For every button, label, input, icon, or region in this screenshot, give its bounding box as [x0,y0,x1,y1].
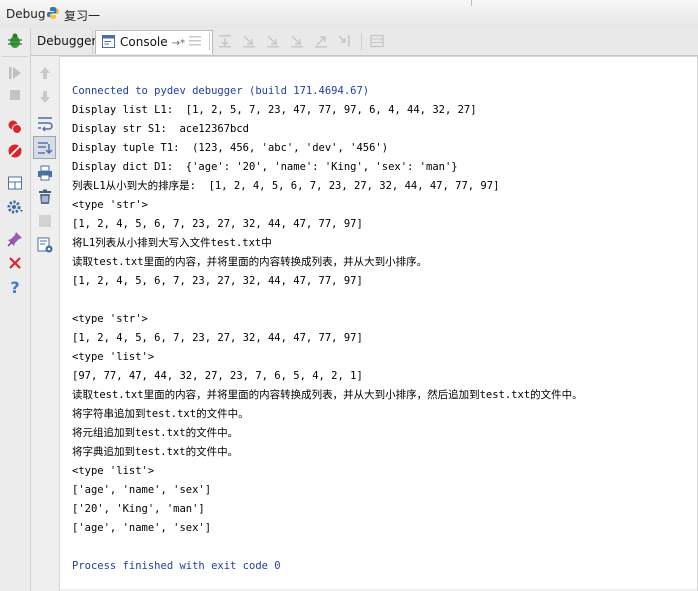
console-icon [102,35,115,48]
console-system-line: Connected to pydev debugger (build 171.4… [72,85,370,97]
console-system-line: Process finished with exit code 0 [72,560,281,572]
show-execution-point-icon[interactable] [187,33,203,49]
help-icon[interactable]: ? [6,278,24,296]
svg-text:?: ? [10,278,19,296]
evaluate-icon[interactable] [369,33,385,49]
resume-icon[interactable] [6,64,24,82]
tab-debugger-label: Debugger [37,34,97,48]
title-bar: Debug 复习一 [0,0,698,29]
console-settings-icon[interactable] [36,236,54,254]
up-arrow-icon[interactable] [36,64,54,82]
console-side-toolbar [31,56,60,591]
trash-icon[interactable] [36,188,54,206]
console-line: 将字典追加到test.txt的文件中。 [72,446,239,458]
python-icon [47,7,59,19]
stop-icon[interactable] [6,86,24,104]
bug-icon[interactable] [6,32,24,50]
console-line: [1, 2, 4, 5, 6, 7, 23, 27, 32, 44, 47, 7… [72,275,363,287]
console-line: ['age', 'name', 'sex'] [72,522,212,534]
close-icon[interactable] [6,254,24,272]
tab-debugger[interactable]: Debugger [31,30,97,54]
console-line: 列表L1从小到大的排序是: [1, 2, 4, 5, 6, 7, 23, 27,… [72,180,500,192]
scroll-to-end-button[interactable] [33,136,56,159]
console-line: 读取test.txt里面的内容，并将里面的内容转换成列表，并从大到小排序。 [72,256,428,268]
step-into-icon[interactable] [241,33,257,49]
console-line: [1, 2, 4, 5, 6, 7, 23, 27, 32, 44, 47, 7… [72,332,363,344]
left-divider [2,56,28,57]
step-out-icon[interactable] [313,33,329,49]
toolbar-divider [361,33,362,50]
console-line: <type 'str'> [72,199,148,211]
down-arrow-icon[interactable] [36,88,54,106]
step-into-my-code-icon[interactable] [265,33,281,49]
console-line: Display list L1: [1, 2, 5, 7, 23, 47, 77… [72,104,477,116]
pin-icon[interactable] [6,230,24,248]
title-divider [471,0,472,6]
run-to-cursor-icon[interactable] [337,33,353,49]
console-line: <type 'str'> [72,313,148,325]
debug-title-label: Debug [6,7,46,21]
scroll-to-end-icon [38,142,53,154]
debug-tab-bar: Debugger Console →* [31,28,698,56]
mute-breakpoints-icon[interactable] [6,142,24,160]
console-line: <type 'list'> [72,465,155,477]
print-icon[interactable] [36,164,54,182]
soft-wrap-icon[interactable] [36,114,54,132]
console-line: <type 'list'> [72,351,155,363]
console-line: Display str S1: ace12367bcd [72,123,250,135]
console-line: 将元组追加到test.txt的文件中。 [72,427,239,439]
force-step-into-icon[interactable] [289,33,305,49]
step-over-icon[interactable] [217,33,233,49]
breakpoints-icon[interactable] [6,118,24,136]
debug-left-toolbar: ? [0,28,31,591]
tab-pin-marker: →* [171,38,186,49]
console-line: 将L1列表从小排到大写入文件test.txt中 [72,237,272,249]
console-line: 读取test.txt里面的内容，并将里面的内容转换成列表，并从大到小排序，然后追… [72,389,583,401]
settings-icon[interactable] [6,198,24,216]
console-line: ['age', 'name', 'sex'] [72,484,212,496]
console-line: Display tuple T1: (123, 456, 'abc', 'dev… [72,142,389,154]
toolbar-divider [209,33,210,50]
console-line: [97, 77, 47, 44, 32, 27, 23, 7, 6, 5, 4,… [72,370,363,382]
console-output[interactable]: Connected to pydev debugger (build 171.4… [60,56,698,589]
console-line: Display dict D1: {'age': '20', 'name': '… [72,161,458,173]
layout-icon[interactable] [6,174,24,192]
blank-icon[interactable] [36,212,54,230]
run-config-name[interactable]: 复习一 [64,7,100,24]
tab-console-label: Console [120,35,168,49]
console-lines: Connected to pydev debugger (build 171.4… [72,82,583,576]
console-line: [1, 2, 4, 5, 6, 7, 23, 27, 32, 44, 47, 7… [72,218,363,230]
console-line: ['20', 'King', 'man'] [72,503,205,515]
console-line: 将字符串追加到test.txt的文件中。 [72,408,249,420]
